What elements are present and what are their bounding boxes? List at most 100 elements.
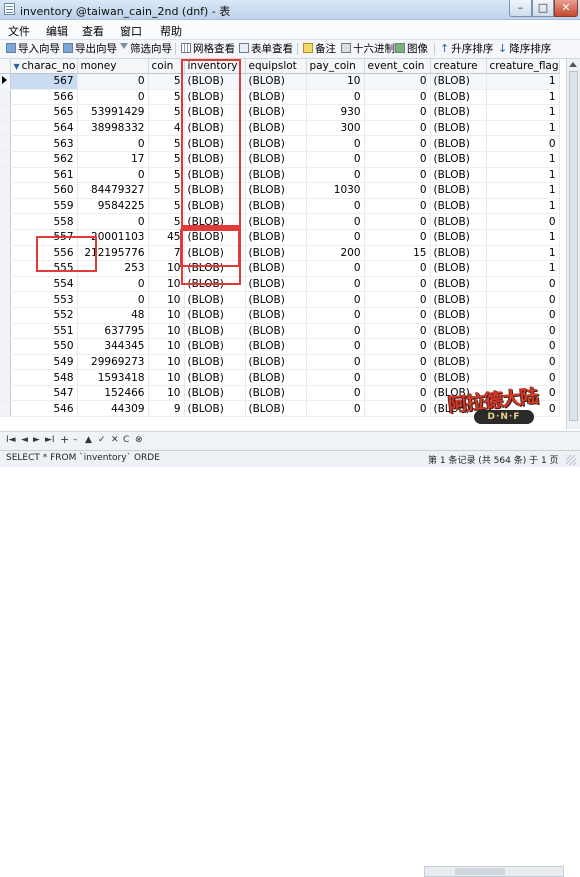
table-cell-coin[interactable]: 10 bbox=[148, 307, 185, 324]
table-cell-equipslot[interactable]: (BLOB) bbox=[245, 167, 307, 184]
table-cell-inventory[interactable]: (BLOB) bbox=[184, 291, 246, 308]
column-header-creature-flag[interactable]: creature_flag bbox=[486, 59, 560, 74]
table-cell-equipslot[interactable]: (BLOB) bbox=[245, 151, 307, 168]
table-cell-creature-flag[interactable]: 1 bbox=[486, 198, 560, 215]
row-indicator[interactable] bbox=[0, 400, 11, 418]
scroll-thumb[interactable] bbox=[569, 71, 578, 421]
sort-descending-button[interactable]: ↓ 降序排序 bbox=[498, 42, 551, 56]
table-cell-equipslot[interactable]: (BLOB) bbox=[245, 213, 307, 230]
table-cell-coin[interactable]: 9 bbox=[148, 400, 185, 418]
table-cell-inventory[interactable]: (BLOB) bbox=[184, 89, 246, 106]
table-cell-creature-flag[interactable]: 1 bbox=[486, 73, 560, 90]
table-cell-creature[interactable]: (BLOB) bbox=[430, 213, 487, 230]
table-cell-coin[interactable]: 10 bbox=[148, 369, 185, 386]
export-wizard-button[interactable]: 导出向导 bbox=[63, 42, 117, 56]
table-cell-money[interactable]: 29969273 bbox=[77, 354, 149, 371]
table-cell-creature[interactable]: (BLOB) bbox=[430, 73, 487, 90]
row-indicator[interactable] bbox=[0, 167, 11, 184]
table-cell-charac-no[interactable]: 563 bbox=[10, 135, 78, 152]
delete-record-button[interactable]: – bbox=[73, 435, 78, 445]
table-row[interactable]: 557 20001103 45 (BLOB) (BLOB) 0 0 (BLOB) 1 bbox=[0, 229, 560, 246]
table-cell-charac-no[interactable]: 550 bbox=[10, 338, 78, 355]
menu-file[interactable]: 文件 bbox=[8, 23, 30, 39]
table-cell-pay-coin[interactable]: 0 bbox=[306, 229, 365, 246]
table-cell-event-coin[interactable]: 0 bbox=[364, 276, 431, 293]
table-cell-equipslot[interactable]: (BLOB) bbox=[245, 369, 307, 386]
table-row[interactable]: 561 0 5 (BLOB) (BLOB) 0 0 (BLOB) 1 bbox=[0, 167, 560, 184]
scroll-up-icon[interactable] bbox=[569, 62, 577, 67]
table-cell-event-coin[interactable]: 0 bbox=[364, 369, 431, 386]
table-cell-equipslot[interactable]: (BLOB) bbox=[245, 338, 307, 355]
table-cell-money[interactable]: 1593418 bbox=[77, 369, 149, 386]
table-cell-inventory[interactable]: (BLOB) bbox=[184, 260, 246, 277]
row-indicator[interactable] bbox=[0, 89, 11, 106]
table-cell-creature[interactable]: (BLOB) bbox=[430, 245, 487, 262]
table-row[interactable]: 567 0 5 (BLOB) (BLOB) 10 0 (BLOB) 1 bbox=[0, 73, 560, 90]
image-button[interactable]: 图像 bbox=[395, 42, 428, 56]
grid-view-button[interactable]: 网格查看 bbox=[181, 42, 235, 56]
table-cell-creature[interactable]: (BLOB) bbox=[430, 323, 487, 340]
row-indicator[interactable] bbox=[0, 307, 11, 324]
table-cell-creature[interactable]: (BLOB) bbox=[430, 151, 487, 168]
cancel-edit-button[interactable]: ✕ bbox=[111, 435, 119, 445]
table-row[interactable]: 553 0 10 (BLOB) (BLOB) 0 0 (BLOB) 0 bbox=[0, 291, 560, 308]
table-cell-inventory[interactable]: (BLOB) bbox=[184, 245, 246, 262]
table-cell-charac-no[interactable]: 547 bbox=[10, 385, 78, 402]
table-cell-creature[interactable]: (BLOB) bbox=[430, 291, 487, 308]
table-cell-equipslot[interactable]: (BLOB) bbox=[245, 354, 307, 371]
table-cell-inventory[interactable]: (BLOB) bbox=[184, 213, 246, 230]
next-record-button[interactable]: ► bbox=[33, 435, 40, 445]
table-cell-coin[interactable]: 5 bbox=[148, 167, 185, 184]
table-cell-charac-no[interactable]: 549 bbox=[10, 354, 78, 371]
menu-edit[interactable]: 编辑 bbox=[46, 23, 68, 39]
table-cell-coin[interactable]: 10 bbox=[148, 338, 185, 355]
table-cell-creature-flag[interactable]: 1 bbox=[486, 182, 560, 199]
table-cell-equipslot[interactable]: (BLOB) bbox=[245, 260, 307, 277]
row-indicator[interactable] bbox=[0, 276, 11, 293]
menu-window[interactable]: 窗口 bbox=[120, 23, 142, 39]
table-cell-inventory[interactable]: (BLOB) bbox=[184, 120, 246, 137]
table-cell-charac-no[interactable]: 559 bbox=[10, 198, 78, 215]
table-cell-money[interactable]: 38998332 bbox=[77, 120, 149, 137]
table-cell-money[interactable]: 0 bbox=[77, 291, 149, 308]
table-cell-charac-no[interactable]: 561 bbox=[10, 167, 78, 184]
table-cell-event-coin[interactable]: 0 bbox=[364, 213, 431, 230]
table-cell-inventory[interactable]: (BLOB) bbox=[184, 182, 246, 199]
table-cell-equipslot[interactable]: (BLOB) bbox=[245, 135, 307, 152]
table-cell-coin[interactable]: 5 bbox=[148, 151, 185, 168]
table-cell-money[interactable]: 0 bbox=[77, 213, 149, 230]
row-indicator[interactable] bbox=[0, 120, 11, 137]
table-row[interactable]: 549 29969273 10 (BLOB) (BLOB) 0 0 (BLOB) 0 bbox=[0, 354, 560, 371]
row-indicator[interactable] bbox=[0, 182, 11, 199]
table-cell-coin[interactable]: 4 bbox=[148, 120, 185, 137]
table-cell-creature[interactable]: (BLOB) bbox=[430, 276, 487, 293]
table-row[interactable]: 551 637795 10 (BLOB) (BLOB) 0 0 (BLOB) 0 bbox=[0, 323, 560, 340]
form-view-button[interactable]: 表单查看 bbox=[239, 42, 293, 56]
table-cell-coin[interactable]: 10 bbox=[148, 291, 185, 308]
table-cell-creature[interactable]: (BLOB) bbox=[430, 369, 487, 386]
row-indicator[interactable] bbox=[0, 291, 11, 308]
table-cell-creature[interactable]: (BLOB) bbox=[430, 89, 487, 106]
table-cell-pay-coin[interactable]: 200 bbox=[306, 245, 365, 262]
table-cell-equipslot[interactable]: (BLOB) bbox=[245, 182, 307, 199]
table-cell-creature[interactable]: (BLOB) bbox=[430, 338, 487, 355]
table-cell-equipslot[interactable]: (BLOB) bbox=[245, 120, 307, 137]
table-cell-money[interactable]: 0 bbox=[77, 89, 149, 106]
table-cell-pay-coin[interactable]: 0 bbox=[306, 338, 365, 355]
table-cell-creature[interactable]: (BLOB) bbox=[430, 198, 487, 215]
row-indicator[interactable] bbox=[0, 151, 11, 168]
table-cell-event-coin[interactable]: 0 bbox=[364, 198, 431, 215]
table-cell-coin[interactable]: 10 bbox=[148, 260, 185, 277]
table-cell-money[interactable]: 0 bbox=[77, 135, 149, 152]
table-cell-creature-flag[interactable]: 1 bbox=[486, 151, 560, 168]
table-cell-creature-flag[interactable]: 0 bbox=[486, 307, 560, 324]
data-grid[interactable]: ▼ charac_no money coin inventory equipslo… bbox=[0, 59, 566, 429]
table-row[interactable]: 566 0 5 (BLOB) (BLOB) 0 0 (BLOB) 1 bbox=[0, 89, 560, 106]
table-cell-inventory[interactable]: (BLOB) bbox=[184, 369, 246, 386]
table-cell-charac-no[interactable]: 566 bbox=[10, 89, 78, 106]
row-indicator[interactable] bbox=[0, 213, 11, 230]
maximize-button[interactable]: □ bbox=[532, 0, 554, 17]
table-cell-coin[interactable]: 5 bbox=[148, 73, 185, 90]
table-row[interactable]: 562 17 5 (BLOB) (BLOB) 0 0 (BLOB) 1 bbox=[0, 151, 560, 168]
move-up-button[interactable]: ▲ bbox=[85, 435, 92, 445]
